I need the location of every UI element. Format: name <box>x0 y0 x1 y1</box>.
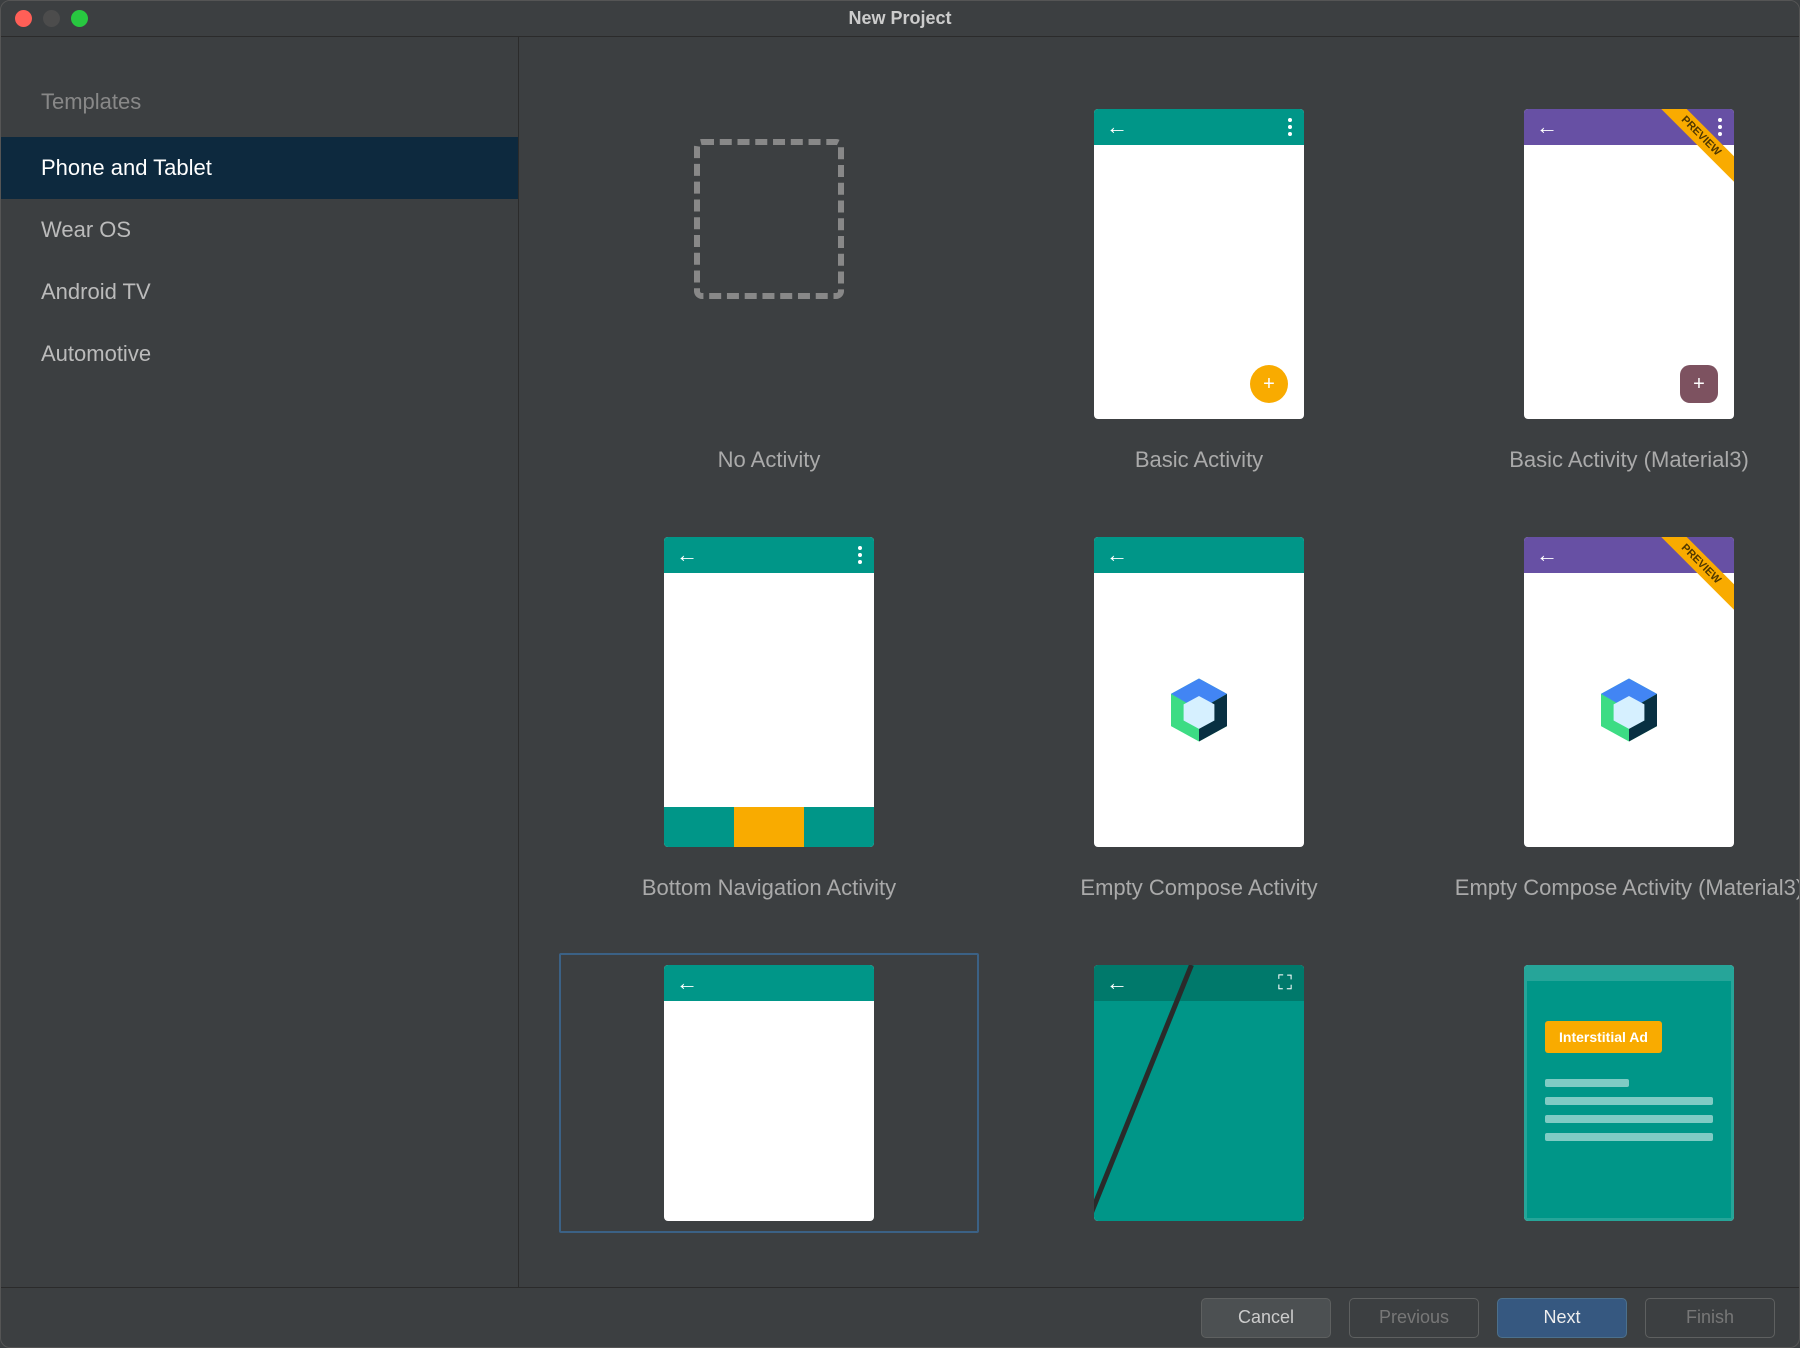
sidebar-item-phone-tablet[interactable]: Phone and Tablet <box>1 137 518 199</box>
cancel-button[interactable]: Cancel <box>1201 1298 1331 1338</box>
template-empty-compose[interactable]: ← Empty Compose Activity <box>989 525 1409 913</box>
back-arrow-icon: ← <box>1106 116 1128 138</box>
template-basic-activity[interactable]: ← + Basic Activity <box>989 97 1409 485</box>
interstitial-ad-button: Interstitial Ad <box>1545 1021 1662 1053</box>
overflow-menu-icon <box>1718 118 1722 136</box>
jetpack-compose-icon <box>1164 675 1234 745</box>
appbar: ← <box>664 965 874 1001</box>
sidebar-header: Templates <box>1 75 518 137</box>
template-thumbnail: ← ⛶ <box>1094 965 1304 1221</box>
sidebar-item-label: Android TV <box>41 279 151 304</box>
jetpack-compose-icon <box>1594 675 1664 745</box>
appbar: ← <box>1094 537 1304 573</box>
template-label: Empty Compose Activity (Material3) <box>1431 875 1799 901</box>
compose-logo-area <box>1524 573 1734 847</box>
template-thumbnail: ← + PREVIEW <box>1524 109 1734 419</box>
close-window-button[interactable] <box>15 10 32 27</box>
maximize-window-button[interactable] <box>71 10 88 27</box>
overflow-menu-icon <box>1288 118 1292 136</box>
sidebar: Templates Phone and Tablet Wear OS Andro… <box>1 37 519 1287</box>
fullscreen-icon: ⛶ <box>1278 972 1292 995</box>
back-arrow-icon: ← <box>676 544 698 566</box>
next-button[interactable]: Next <box>1497 1298 1627 1338</box>
back-arrow-icon: ← <box>1536 116 1558 138</box>
template-empty-compose-m3[interactable]: ← PREVIEW Empty Compose Activity (Materi… <box>1419 525 1799 913</box>
window-controls <box>1 10 88 27</box>
dialog-footer: Cancel Previous Next Finish <box>1 1287 1799 1347</box>
back-arrow-icon: ← <box>1106 972 1128 994</box>
template-bottom-navigation[interactable]: ← Bottom Navigation Activity <box>559 525 979 913</box>
appbar: ← <box>664 537 874 573</box>
template-thumbnail <box>664 109 874 419</box>
template-no-activity[interactable]: No Activity <box>559 97 979 485</box>
template-thumbnail: ← <box>664 537 874 847</box>
minimize-window-button[interactable] <box>43 10 60 27</box>
template-fullscreen-activity[interactable]: ← ⛶ <box>989 953 1409 1233</box>
titlebar: New Project <box>1 1 1799 37</box>
template-thumbnail: ← PREVIEW <box>1524 537 1734 847</box>
template-thumbnail: ← <box>664 965 874 1221</box>
window-title: New Project <box>848 8 951 29</box>
new-project-window: New Project Templates Phone and Tablet W… <box>0 0 1800 1348</box>
sidebar-item-label: Phone and Tablet <box>41 155 212 180</box>
template-label: Bottom Navigation Activity <box>571 875 967 901</box>
ad-preview: Interstitial Ad <box>1524 965 1734 1221</box>
template-thumbnail: Interstitial Ad <box>1524 965 1734 1221</box>
finish-button[interactable]: Finish <box>1645 1298 1775 1338</box>
template-label: No Activity <box>571 447 967 473</box>
template-thumbnail: ← + <box>1094 109 1304 419</box>
sidebar-item-wear-os[interactable]: Wear OS <box>1 199 518 261</box>
template-grid: No Activity ← + Basic Activity ← <box>519 37 1799 1287</box>
fab-add-icon: + <box>1680 365 1718 403</box>
sidebar-item-android-tv[interactable]: Android TV <box>1 261 518 323</box>
back-arrow-icon: ← <box>676 972 698 994</box>
dialog-body: Templates Phone and Tablet Wear OS Andro… <box>1 37 1799 1287</box>
overflow-menu-icon <box>858 546 862 564</box>
template-admob-ads[interactable]: Interstitial Ad <box>1419 953 1799 1233</box>
previous-button[interactable]: Previous <box>1349 1298 1479 1338</box>
template-basic-activity-m3[interactable]: ← + PREVIEW Basic Activity (Material3) <box>1419 97 1799 485</box>
appbar: ← <box>1094 109 1304 145</box>
back-arrow-icon: ← <box>1106 544 1128 566</box>
diagonal-decoration <box>1094 965 1193 1221</box>
sidebar-item-automotive[interactable]: Automotive <box>1 323 518 385</box>
template-thumbnail: ← <box>1094 537 1304 847</box>
empty-placeholder-icon <box>694 139 844 299</box>
sidebar-item-label: Automotive <box>41 341 151 366</box>
back-arrow-icon: ← <box>1536 544 1558 566</box>
template-label: Empty Compose Activity <box>1001 875 1397 901</box>
template-label: Basic Activity (Material3) <box>1431 447 1799 473</box>
compose-logo-area <box>1094 573 1304 847</box>
sidebar-item-label: Wear OS <box>41 217 131 242</box>
template-empty-activity[interactable]: ← <box>559 953 979 1233</box>
fab-add-icon: + <box>1250 365 1288 403</box>
bottom-nav-bar <box>664 807 874 847</box>
appbar: ← ⛶ <box>1094 965 1304 1001</box>
template-label: Basic Activity <box>1001 447 1397 473</box>
